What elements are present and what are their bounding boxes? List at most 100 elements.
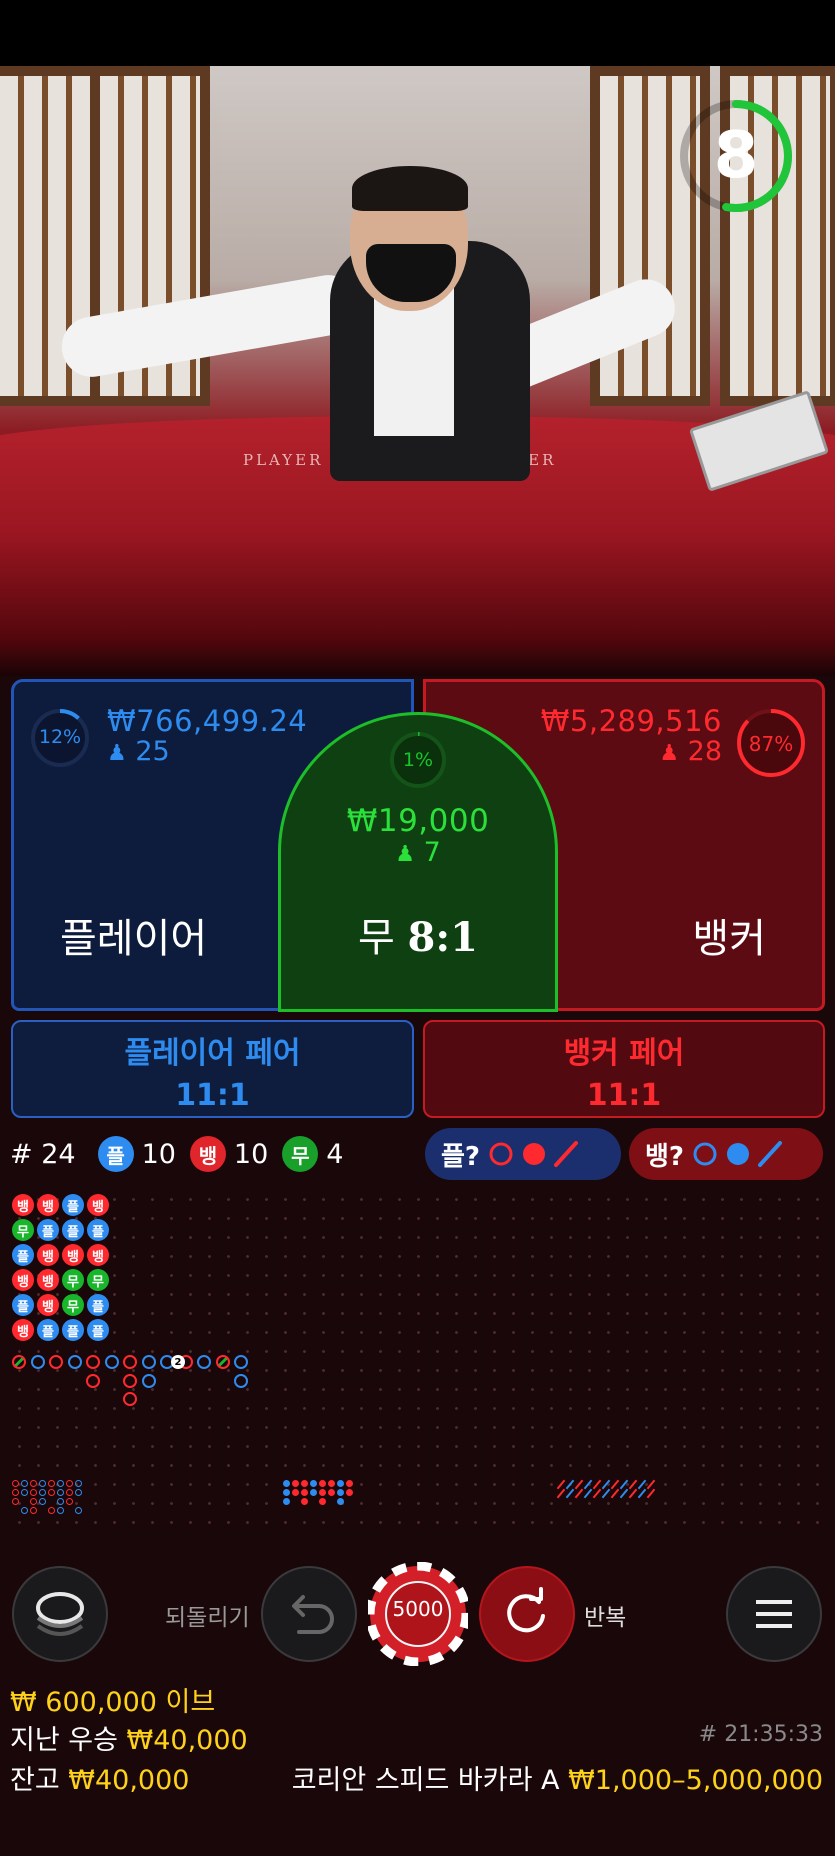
player-pair-label: 플레이어 페어: [124, 1036, 301, 1071]
big-road-mark: [123, 1355, 137, 1369]
banker-win-count: 10: [233, 1138, 269, 1170]
banker-pair-odds: 11:1: [586, 1078, 662, 1113]
derived-road-mark: [66, 1489, 73, 1496]
derived-road-dot: [319, 1498, 326, 1505]
derived-road-mark: [30, 1498, 37, 1505]
undo-label: 되돌리기: [165, 1605, 250, 1631]
derived-road-mark: [30, 1507, 37, 1514]
undo-button[interactable]: [261, 1566, 357, 1662]
derived-road-mark: [48, 1480, 55, 1487]
derived-road-mark: [39, 1480, 46, 1487]
tie-label-text: 무: [358, 915, 395, 961]
tie-count-mark: 2: [171, 1355, 185, 1369]
derived-road-mark: [75, 1480, 82, 1487]
derived-road-dot: [319, 1480, 326, 1487]
player-pair-bet[interactable]: 플레이어 페어 11:1: [11, 1020, 414, 1118]
table-label-player: PLAYER: [243, 451, 324, 469]
bead-road-cell: 무: [12, 1219, 34, 1241]
repeat-label: 반복: [584, 1605, 627, 1631]
bead-road-cell: 플: [87, 1219, 109, 1241]
derived-road-mark: [21, 1480, 28, 1487]
table-name: 코리안 스피드 바카라 A: [291, 1765, 560, 1796]
bead-road-cell: 플: [87, 1294, 109, 1316]
bet-limits: ₩1,000–5,000,000: [568, 1765, 823, 1796]
last-win: 지난 우승 ₩40,000: [10, 1718, 248, 1757]
tie-bet-spot[interactable]: 1% ₩19,000 ♟ 7 무 8:1: [278, 712, 558, 1012]
hamburger-icon: [756, 1600, 792, 1628]
predict-markers-icon: [489, 1141, 579, 1167]
derived-road-mark: [21, 1507, 28, 1514]
balance-label: 잔고: [10, 1765, 60, 1796]
player-badge: 플: [97, 1136, 134, 1172]
derived-road-dot: [283, 1489, 290, 1496]
derived-road-mark: [21, 1489, 28, 1496]
derived-road-dot: [328, 1489, 335, 1496]
derived-road-dot: [337, 1489, 344, 1496]
banker-bet-total: ₩5,289,516: [540, 704, 722, 738]
tie-label: 무 8:1: [281, 905, 555, 963]
derived-road-mark: [48, 1489, 55, 1496]
big-road-mark: [141, 1373, 156, 1388]
person-icon: ♟: [107, 741, 127, 766]
big-road-mark: [86, 1373, 100, 1388]
tie-odds: 8:1: [407, 914, 478, 961]
person-icon: ♟: [659, 741, 680, 766]
derived-road-dot: [310, 1489, 317, 1496]
big-road-mark: [123, 1392, 137, 1406]
player-bettors: ♟ 25: [107, 736, 170, 767]
banker-bettors: ♟ 28: [659, 736, 722, 767]
derived-road-dot: [301, 1489, 308, 1496]
banker-pair-bet[interactable]: 뱅커 페어 11:1: [423, 1020, 825, 1118]
tie-badge: 무: [282, 1136, 319, 1172]
chip-value: 5000: [392, 1597, 444, 1621]
derived-road-mark: [57, 1489, 64, 1496]
derived-road-mark: [30, 1489, 37, 1496]
derived-road-dot: [292, 1480, 299, 1487]
player-next-predict[interactable]: 플?: [425, 1128, 621, 1180]
repeat-button[interactable]: [479, 1566, 575, 1662]
player-bet-total: ₩766,499.24: [107, 704, 308, 738]
bead-road-cell: 뱅: [87, 1194, 109, 1216]
derived-road-dot: [283, 1498, 290, 1505]
big-road-mark: [67, 1355, 82, 1369]
derived-road-mark: [12, 1498, 19, 1505]
big-road-mark: [197, 1355, 211, 1369]
bead-road-cell: 뱅: [87, 1244, 109, 1266]
big-road-mark: [234, 1355, 248, 1369]
bead-road-cell: 플: [12, 1294, 34, 1316]
undo-icon: [292, 1595, 334, 1634]
derived-road-mark: [39, 1489, 46, 1496]
derived-road-dot: [337, 1480, 344, 1487]
derived-road-dot: [328, 1480, 335, 1487]
banker-next-predict[interactable]: 뱅?: [629, 1128, 823, 1180]
big-road-mark: [104, 1355, 119, 1369]
menu-button[interactable]: [726, 1566, 822, 1662]
clock: # 21:35:33: [698, 1722, 823, 1747]
player-bettor-count: 25: [135, 736, 170, 767]
derived-road-mark: [30, 1480, 37, 1487]
derived-road-dot: [346, 1480, 353, 1487]
balance-amount: ₩40,000: [68, 1765, 190, 1796]
bead-road-cell: 무: [87, 1269, 109, 1291]
last-win-amount: ₩40,000: [126, 1725, 248, 1756]
bead-road-cell: 플: [37, 1319, 59, 1341]
bead-road-cell: 뱅: [62, 1244, 84, 1266]
chip-stack-button[interactable]: [12, 1566, 108, 1662]
bead-road-cell: 뱅: [12, 1194, 34, 1216]
derived-road-mark: [57, 1507, 64, 1514]
derived-road-mark: [57, 1480, 64, 1487]
big-road-mark: [86, 1355, 100, 1369]
countdown-value: 8: [713, 119, 759, 193]
top-bar: [0, 0, 835, 66]
derived-road-mark: [39, 1498, 46, 1505]
bead-road-cell: 플: [62, 1194, 84, 1216]
bead-road-cell: 플: [62, 1219, 84, 1241]
bead-road-cell: 뱅: [37, 1294, 59, 1316]
big-road-mark: [141, 1355, 156, 1369]
banker-pair-label: 뱅커 페어: [563, 1036, 685, 1071]
derived-road-mark: [75, 1489, 82, 1496]
big-road-mark: [234, 1373, 248, 1388]
derived-road-dot: [337, 1498, 344, 1505]
tie-bet-total: ₩19,000: [346, 803, 490, 839]
derived-road-mark: [57, 1498, 64, 1505]
